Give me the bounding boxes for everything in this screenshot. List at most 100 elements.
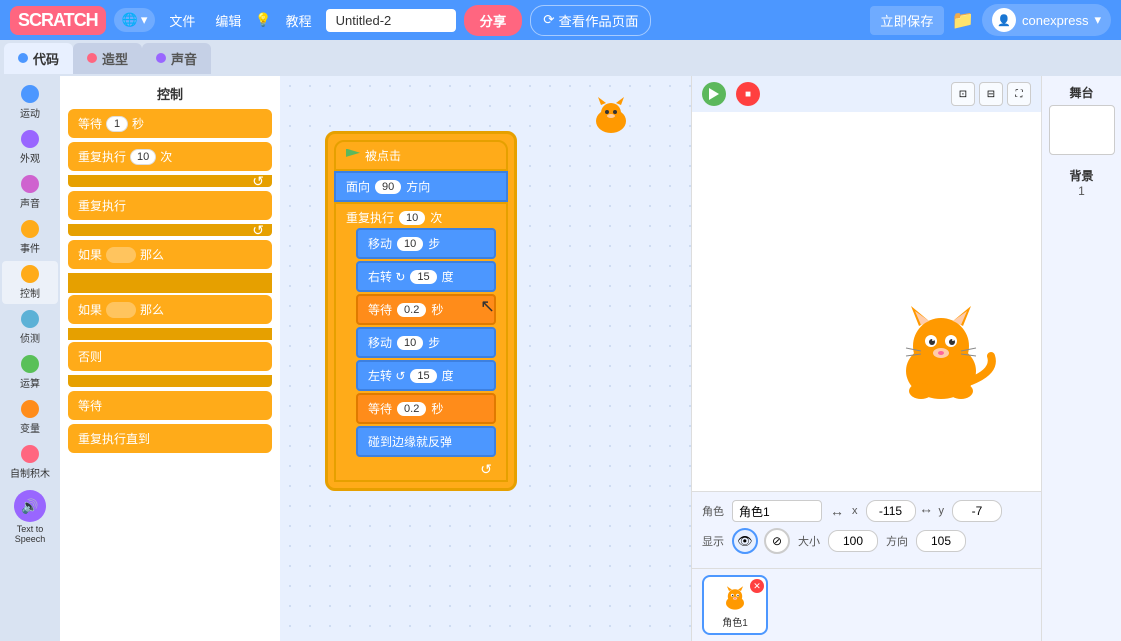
tab-code-dot xyxy=(18,53,28,63)
sprite-name-input[interactable] xyxy=(732,500,822,522)
categories-panel: 运动 外观 声音 事件 控制 侦测 运算 变量 xyxy=(0,76,60,641)
repeat-until-block[interactable]: 重复执行直到 xyxy=(68,424,272,453)
size-label: 大小 xyxy=(798,533,820,549)
move2-label: 移动 xyxy=(368,334,392,351)
category-looks[interactable]: 外观 xyxy=(2,126,58,169)
face-input[interactable]: 90 xyxy=(375,180,401,194)
show-hidden-button[interactable]: ⊘ xyxy=(764,528,790,554)
project-name-input[interactable] xyxy=(326,9,456,32)
size-input[interactable] xyxy=(828,530,878,552)
direction-input[interactable] xyxy=(916,530,966,552)
stage-canvas xyxy=(692,112,1041,491)
globe-icon: 🌐 xyxy=(122,12,138,28)
myblocks-dot xyxy=(21,445,39,463)
turn-right-block[interactable]: 右转 ↻ 15 度 xyxy=(356,261,496,292)
small-stage-button[interactable]: ⊡ xyxy=(951,82,975,106)
username-label: conexpress xyxy=(1022,13,1088,28)
if-else-block[interactable]: 如果 那么 xyxy=(68,295,272,324)
updown-icon: ↕ xyxy=(919,508,935,515)
category-motion[interactable]: 运动 xyxy=(2,81,58,124)
category-sensing[interactable]: 侦测 xyxy=(2,306,58,349)
variables-dot xyxy=(21,400,39,418)
edit-menu[interactable]: 编辑 xyxy=(209,7,247,34)
move10-block[interactable]: 移动 10 步 xyxy=(356,228,496,259)
normal-stage-button[interactable]: ⊟ xyxy=(979,82,1003,106)
category-control[interactable]: 控制 xyxy=(2,261,58,304)
turn-left-input[interactable]: 15 xyxy=(410,369,436,383)
repeat10-suffix: 次 xyxy=(430,209,442,226)
script-area[interactable]: 被点击 面向 90 方向 重复执行 10 次 移动 10 xyxy=(280,76,691,641)
sprite-info-row-2: 显示 👁 ⊘ 大小 方向 xyxy=(702,528,1031,554)
stage-right-panel: 舞台 背景 1 xyxy=(1041,76,1121,641)
stage-cat-sprite xyxy=(881,291,1001,411)
tab-sound[interactable]: 声音 xyxy=(142,43,211,74)
stage-thumbnail[interactable] xyxy=(1049,105,1115,155)
turn-right-input[interactable]: 15 xyxy=(410,270,436,284)
show-visible-button[interactable]: 👁 xyxy=(732,528,758,554)
stop-button[interactable]: ■ xyxy=(736,82,760,106)
wait-block[interactable]: 等待 1 秒 xyxy=(68,109,272,138)
move1-input[interactable]: 10 xyxy=(397,237,423,251)
wait2-label: 等待 xyxy=(78,397,102,414)
file-menu[interactable]: 文件 xyxy=(163,7,201,34)
move1-label: 移动 xyxy=(368,235,392,252)
turn-left-block[interactable]: 左转 ↺ 15 度 xyxy=(356,360,496,391)
face-direction-block[interactable]: 面向 90 方向 xyxy=(334,171,508,202)
wait1-block[interactable]: 等待 0.2 秒 xyxy=(356,294,496,325)
wait-until-block[interactable]: 等待 xyxy=(68,391,272,420)
category-sound[interactable]: 声音 xyxy=(2,171,58,214)
share-button[interactable]: 分享 xyxy=(464,5,523,36)
looks-dot xyxy=(21,130,39,148)
wait2-block[interactable]: 等待 0.2 秒 xyxy=(356,393,496,424)
sensing-dot xyxy=(21,310,39,328)
forever-block[interactable]: 重复执行 xyxy=(68,191,272,220)
x-input[interactable] xyxy=(866,500,916,522)
tab-sound-label: 声音 xyxy=(171,49,197,68)
main-layout: 运动 外观 声音 事件 控制 侦测 运算 变量 xyxy=(0,76,1121,641)
tab-bar: 代码 造型 声音 xyxy=(0,40,1121,76)
sensing-label: 侦测 xyxy=(20,330,40,345)
if-block[interactable]: 如果 那么 xyxy=(68,240,272,269)
category-variables[interactable]: 变量 xyxy=(2,396,58,439)
repeat10-outer[interactable]: 重复执行 10 次 移动 10 步 右转 ↻ 15 度 xyxy=(334,202,508,482)
stage-toolbar: ■ ⊡ ⊟ ⛶ xyxy=(692,76,1041,112)
language-selector[interactable]: 🌐 ▾ xyxy=(114,8,156,32)
move10b-block[interactable]: 移动 10 步 xyxy=(356,327,496,358)
save-button[interactable]: 立即保存 xyxy=(870,6,943,35)
wait-input[interactable]: 1 xyxy=(106,116,128,132)
tutorial-button[interactable]: 教程 xyxy=(280,7,318,34)
operators-dot xyxy=(21,355,39,373)
category-myblocks[interactable]: 自制积木 xyxy=(2,441,58,484)
tab-sound-dot xyxy=(156,53,166,63)
category-events[interactable]: 事件 xyxy=(2,216,58,259)
repeat-block[interactable]: 重复执行 10 次 xyxy=(68,142,272,171)
move2-input[interactable]: 10 xyxy=(397,336,423,350)
run-flag-button[interactable] xyxy=(702,82,726,106)
tab-costume[interactable]: 造型 xyxy=(73,43,142,74)
else-block[interactable]: 否则 xyxy=(68,342,272,371)
operators-label: 运算 xyxy=(20,375,40,390)
tab-costume-dot xyxy=(87,53,97,63)
wait1-input[interactable]: 0.2 xyxy=(397,303,426,317)
fullscreen-button[interactable]: ⛶ xyxy=(1007,82,1031,106)
sound-label: 声音 xyxy=(20,195,40,210)
forever-label: 重复执行 xyxy=(78,197,126,214)
when-flag-block[interactable]: 被点击 xyxy=(334,140,508,171)
category-tts[interactable]: 🔊 Text to Speech xyxy=(2,486,58,548)
tab-code[interactable]: 代码 xyxy=(4,43,73,74)
folder-icon[interactable]: 📁 xyxy=(952,10,974,31)
sprite-thumb-1[interactable]: ✕ 角色1 xyxy=(702,575,768,635)
scratch-logo: SCRATCH xyxy=(10,6,106,35)
user-menu[interactable]: 👤 conexpress ▾ xyxy=(982,4,1111,36)
show-buttons: 👁 ⊘ xyxy=(732,528,790,554)
events-dot xyxy=(21,220,39,238)
looks-label: 外观 xyxy=(20,150,40,165)
wait2-input[interactable]: 0.2 xyxy=(397,402,426,416)
view-page-button[interactable]: ⟳ 查看作品页面 xyxy=(530,5,651,36)
category-operators[interactable]: 运算 xyxy=(2,351,58,394)
bounce-block[interactable]: 碰到边缘就反弹 xyxy=(356,426,496,457)
y-input[interactable] xyxy=(952,500,1002,522)
repeat10-input[interactable]: 10 xyxy=(399,211,425,225)
sprite-delete-button[interactable]: ✕ xyxy=(750,579,764,593)
repeat-input[interactable]: 10 xyxy=(130,149,156,165)
